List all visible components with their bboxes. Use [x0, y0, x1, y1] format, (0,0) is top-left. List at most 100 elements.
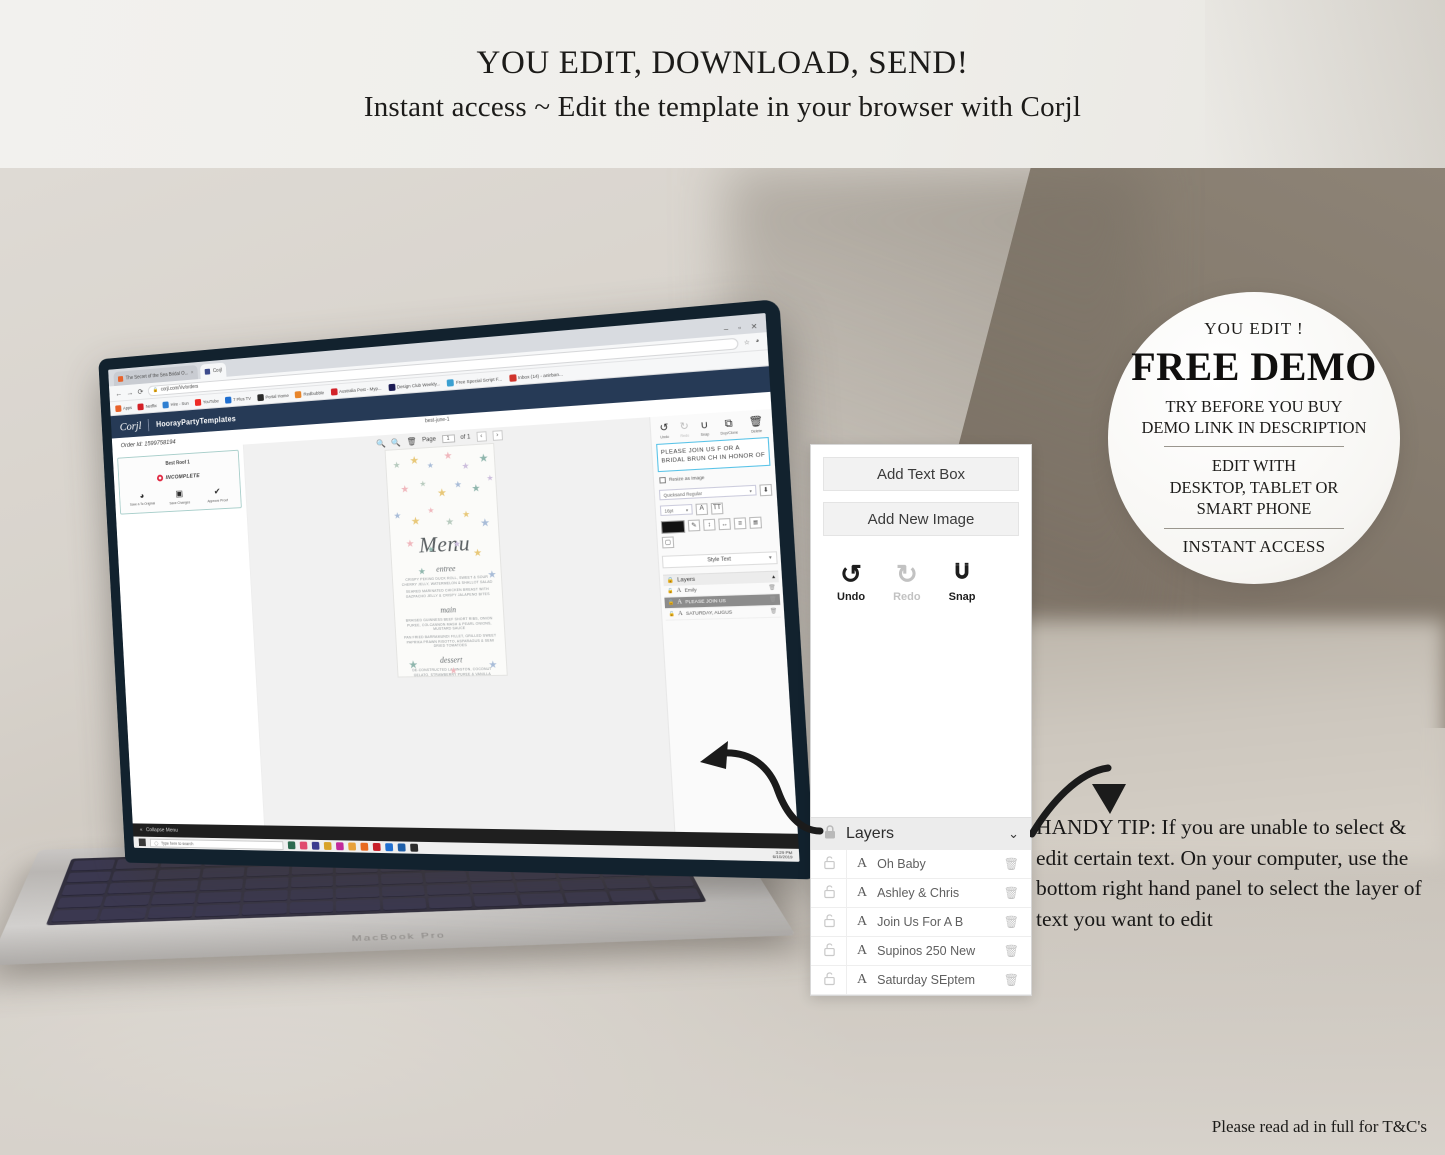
minimize-icon[interactable]: –	[724, 326, 729, 334]
maximize-icon[interactable]: ▫	[738, 325, 741, 333]
reload-icon[interactable]: ⟳	[137, 387, 143, 396]
search-input[interactable]: ◯ Type here to search	[149, 838, 284, 850]
undo-button[interactable]: ↺ Undo	[659, 422, 669, 439]
text-transform-icon[interactable]: TT	[710, 501, 724, 515]
page-input[interactable]: 1	[441, 434, 455, 444]
close-icon[interactable]: ×	[191, 370, 194, 376]
letter-spacing-icon[interactable]: ↔	[718, 518, 732, 531]
save-to-original-button[interactable]: ◕ Save a To Original	[126, 490, 158, 508]
layer-row[interactable]: A Oh Baby 🗑	[811, 849, 1031, 879]
bookmark-item[interactable]: Free Special Script F...	[446, 375, 502, 387]
bookmark-item[interactable]: Australia Post - Myp...	[330, 384, 382, 396]
menu-design-card[interactable]: ★ ★ ★ ★ ★ ★ ★ ★ ★ ★ ★ ★ ★ ★ ★ ★ ★ ★ ★ ★ ★ ★ ★ ★ ★ ★ ★ Menu entree …	[384, 442, 508, 678]
text-box-icon[interactable]: ▢	[661, 535, 675, 548]
layer-row[interactable]: A Ashley & Chris 🗑	[811, 878, 1031, 908]
delete-button[interactable]: 🗑 Delete	[749, 416, 764, 434]
text-editor-field[interactable]: PLEASE JOIN US F OR A BRIDAL BRUN CH IN …	[656, 436, 771, 472]
editor-tool-row: ↺ Undo ↻ Redo ∪ Snap ⧉ Dup/Clone 🗑 Delet…	[654, 412, 770, 441]
chevron-left-icon[interactable]: ‹	[476, 431, 487, 442]
duplicate-button[interactable]: ⧉ Dup/Clone	[720, 418, 738, 436]
chevron-down-icon[interactable]: ⌄	[1008, 826, 1019, 842]
taskbar-icon-media[interactable]	[360, 842, 369, 851]
taskbar-clock[interactable]: 3:29 PM 6/10/2019	[772, 849, 793, 860]
taskbar-icon-store[interactable]	[311, 841, 320, 850]
star-icon[interactable]: ☆	[744, 338, 750, 346]
taskbar-icon-app[interactable]	[335, 842, 344, 851]
align-center-icon[interactable]: ≣	[749, 516, 763, 529]
tool-label: Undo	[837, 591, 866, 603]
trash-icon[interactable]: 🗑	[768, 584, 776, 591]
unlock-icon[interactable]	[823, 942, 836, 960]
taskbar-icon-chrome[interactable]	[299, 841, 308, 850]
bookmark-item[interactable]: Inbox (14) - anirban...	[508, 370, 563, 382]
star-icon: ★	[443, 450, 453, 462]
bookmark-item[interactable]: Apps	[115, 404, 132, 412]
proof-card[interactable]: Best Roof 1 INCOMPLETE ◕ Save a To Origi…	[117, 449, 242, 515]
taskbar-icon-folder[interactable]	[348, 842, 357, 851]
bookmark-item[interactable]: Portal Home	[257, 392, 289, 401]
unlock-icon[interactable]	[823, 971, 836, 989]
back-arrow-icon[interactable]: ←	[115, 389, 122, 398]
bookmark-label: 7 Plus TV	[232, 395, 252, 402]
zoom-out-icon[interactable]: 🔍	[391, 437, 401, 447]
bookmark-item[interactable]: Design Club Weekly...	[388, 380, 440, 391]
trash-icon[interactable]: 🗑	[1004, 915, 1019, 929]
bookmark-item[interactable]: 7 Plus TV	[224, 395, 252, 404]
profile-avatar[interactable]: ◕	[755, 338, 759, 345]
taskbar-icon-photos[interactable]	[287, 841, 296, 850]
bookmark-item[interactable]: YouTube	[194, 397, 219, 406]
windows-start-icon[interactable]	[138, 838, 146, 847]
trash-icon[interactable]: 🗑	[770, 608, 778, 615]
redo-button[interactable]: ↻ Redo	[893, 561, 921, 603]
add-text-box-button[interactable]: Add Text Box	[823, 457, 1019, 491]
bookmark-label: Design Club Weekly...	[396, 380, 441, 390]
font-size-select[interactable]: 16pt ▾	[659, 503, 693, 517]
undo-button[interactable]: ↺ Undo	[837, 561, 865, 603]
unlock-icon[interactable]	[823, 913, 836, 931]
save-changes-button[interactable]: ▣ Save Changes	[163, 488, 195, 506]
bookmark-item[interactable]: Netflix	[137, 402, 157, 410]
style-text-dropdown[interactable]: Style Text ▾	[661, 550, 778, 568]
taskbar-icon-explorer[interactable]	[323, 842, 332, 850]
snap-button[interactable]: ∪ Snap	[700, 420, 709, 437]
handy-tip-text: HANDY TIP: If you are unable to select &…	[1036, 815, 1422, 931]
chevron-right-icon[interactable]: ›	[491, 430, 503, 441]
font-download-icon[interactable]: ⬇	[759, 483, 773, 496]
taskbar-icon-mail[interactable]	[410, 843, 419, 852]
taskbar-icon-powerpoint[interactable]	[397, 843, 406, 852]
taskbar-icon-firefox[interactable]	[385, 843, 394, 852]
zoom-in-icon[interactable]: 🔍	[376, 438, 386, 448]
proof-title: Best Roof 1	[165, 459, 190, 467]
layer-row[interactable]: A Supinos 250 New 🗑	[811, 936, 1031, 966]
layer-row[interactable]: A Join Us For A B 🗑	[811, 907, 1031, 937]
layers-header[interactable]: Layers ⌄	[811, 817, 1031, 850]
bookmark-label: Inbox (14) - anirban...	[517, 371, 563, 380]
approve-proof-button[interactable]: ✔ Approve Proof	[201, 486, 234, 504]
redo-button[interactable]: ↻ Redo	[679, 421, 689, 438]
divider	[846, 936, 847, 966]
trash-icon[interactable]: 🗑	[1004, 973, 1019, 987]
trash-icon[interactable]: 🗑	[1004, 944, 1019, 958]
corjl-logo[interactable]: Corjl	[119, 418, 141, 434]
align-left-icon[interactable]: ≡	[733, 517, 747, 530]
trash-icon[interactable]: 🗑	[406, 436, 416, 446]
unlock-icon[interactable]	[823, 884, 836, 902]
add-new-image-button[interactable]: Add New Image	[823, 502, 1019, 536]
trash-icon[interactable]: 🗑	[769, 596, 777, 603]
browser-tab-active[interactable]: Corjl	[200, 362, 227, 379]
bookmark-item[interactable]: Redbubble	[294, 389, 324, 398]
trash-icon[interactable]: 🗑	[1004, 886, 1019, 900]
line-height-icon[interactable]: ↕	[702, 518, 716, 531]
layer-row[interactable]: A Saturday SEptem 🗑	[811, 965, 1031, 995]
close-window-icon[interactable]: ✕	[751, 322, 758, 331]
eyedropper-icon[interactable]: ✎	[687, 519, 701, 532]
text-color-icon[interactable]: A	[695, 502, 709, 515]
trash-icon[interactable]: 🗑	[1004, 857, 1019, 871]
layer-row[interactable]: 🔓 A SATURDAY, AUGUS 🗑	[665, 605, 782, 621]
forward-arrow-icon[interactable]: →	[126, 388, 133, 397]
snap-button[interactable]: Snap	[949, 561, 976, 603]
unlock-icon[interactable]	[823, 855, 836, 873]
bookmark-item[interactable]: Hire - Sun	[162, 399, 189, 409]
color-swatch[interactable]	[660, 519, 686, 534]
taskbar-icon-pdf[interactable]	[372, 842, 381, 852]
